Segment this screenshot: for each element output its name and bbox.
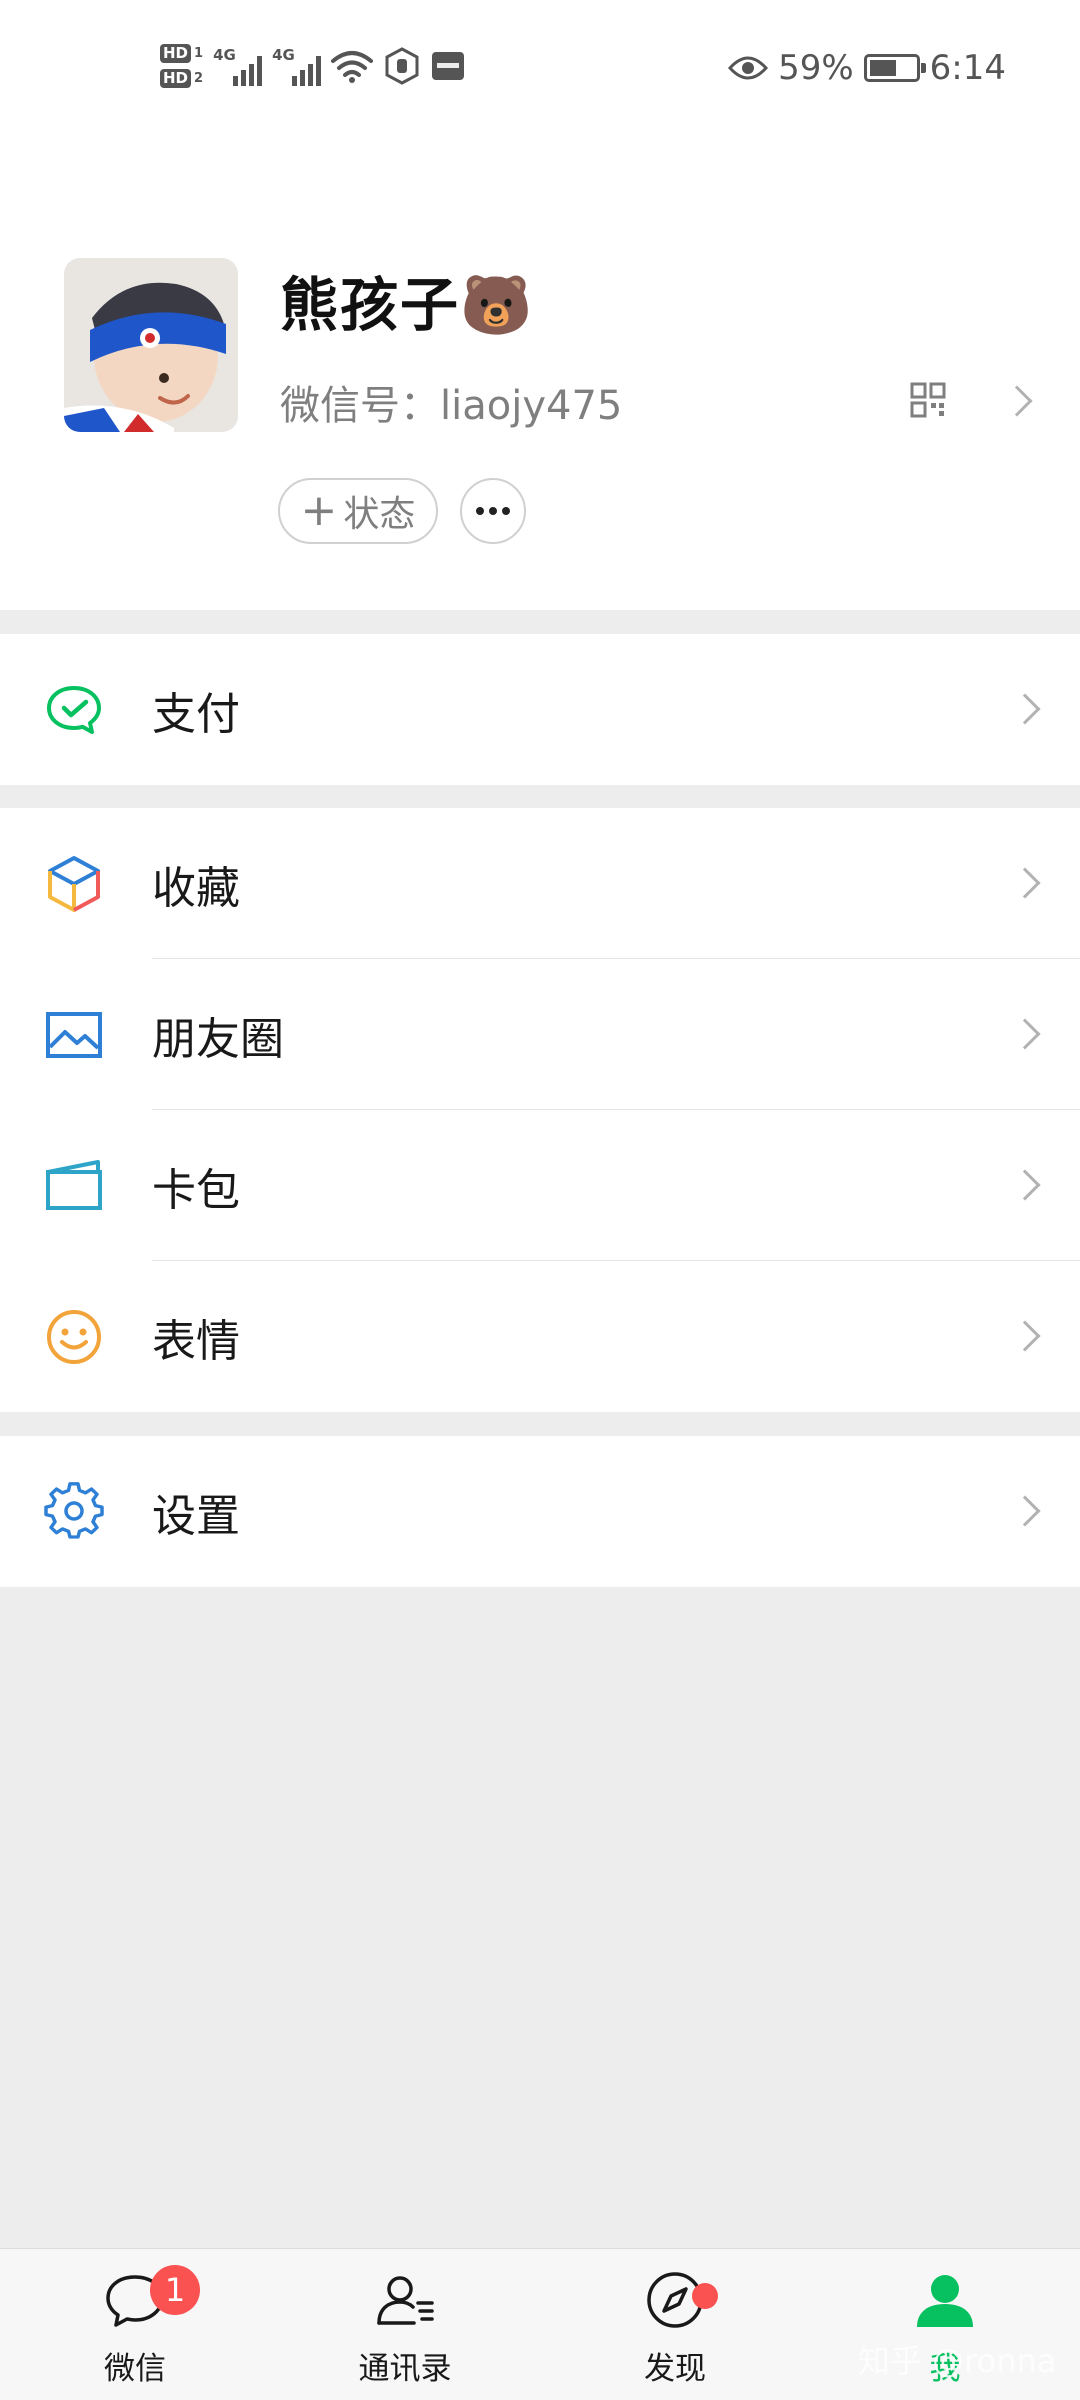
hd1-indicator: HD 1: [160, 44, 203, 63]
signal-sim2-icon: 4G: [272, 46, 322, 86]
pay-icon: [47, 686, 101, 734]
smiley-face-icon: [47, 1310, 101, 1364]
hms-icon: [432, 52, 465, 80]
tab-label-contacts: 通讯录: [358, 2351, 452, 2387]
menu-group-pay: 支付: [0, 634, 1080, 785]
menu-group-settings: 设置: [0, 1436, 1080, 1587]
chevron-right-icon: [1009, 1495, 1041, 1527]
more-dot-icon: [489, 507, 497, 515]
menu-item-stickers[interactable]: 表情: [0, 1261, 1080, 1412]
nickname-text: 熊孩子: [280, 271, 461, 339]
contacts-person-icon: [377, 2276, 434, 2325]
tab-contacts[interactable]: 通讯录: [270, 2249, 540, 2400]
menu-item-moments[interactable]: 朋友圈: [0, 959, 1080, 1110]
battery-level-fill: [869, 60, 896, 76]
gear-icon: [44, 1482, 104, 1539]
sim2-network-type: 4G: [272, 46, 295, 64]
zhihu-watermark: 知乎 @ronna: [858, 2342, 1057, 2380]
profile-header[interactable]: 熊孩子🐻 微信号：liaojy475 + 状态: [0, 140, 1080, 610]
chevron-right-icon: [1009, 1320, 1041, 1352]
battery-percent: 59%: [778, 48, 854, 88]
chevron-right-icon: [1009, 1018, 1041, 1050]
status-bar-right: 59% 6:14: [728, 40, 1006, 96]
status-bar-left: HD 1 HD 2 4G 4G: [160, 36, 465, 96]
plus-icon: +: [300, 485, 338, 536]
battery-icon: [863, 54, 926, 82]
menu-label-cards: 卡包: [152, 1164, 240, 1216]
avatar[interactable]: [64, 258, 238, 432]
wechat-id: 微信号：liaojy475: [280, 373, 622, 431]
menu-item-favorites[interactable]: 收藏: [0, 808, 1080, 959]
hd1-number: 1: [194, 46, 204, 61]
menu-label-moments: 朋友圈: [152, 1013, 284, 1065]
wechat-id-value: liaojy475: [440, 383, 623, 429]
chevron-right-icon: [1009, 693, 1041, 725]
menu-group-main: 收藏 朋友圈 卡包 表情: [0, 808, 1080, 1412]
menu-label-favorites: 收藏: [152, 862, 240, 914]
hd2-label: HD: [160, 69, 192, 88]
menu-label-stickers: 表情: [152, 1315, 240, 1367]
more-dot-icon: [502, 507, 510, 515]
add-status-button[interactable]: + 状态: [278, 478, 438, 544]
eye-comfort-icon: [728, 56, 769, 80]
favorites-cube-icon: [48, 856, 100, 912]
chats-badge: 1: [150, 2265, 200, 2315]
menu-item-cards[interactable]: 卡包: [0, 1110, 1080, 1261]
status-button-label: 状态: [343, 494, 416, 535]
card-wallet-icon: [46, 1160, 102, 1210]
menu-label-settings: 设置: [152, 1490, 240, 1542]
profile-chevron-right-icon[interactable]: [1001, 385, 1033, 417]
profile-nickname: 熊孩子🐻: [280, 258, 534, 342]
signal-sim1-icon: 4G: [213, 46, 263, 86]
hd2-indicator: HD 2: [160, 69, 203, 88]
menu-item-pay[interactable]: 支付: [0, 634, 1080, 785]
more-dot-icon: [476, 507, 484, 515]
hd2-number: 2: [194, 71, 204, 86]
qr-code-icon[interactable]: [910, 382, 946, 418]
chevron-right-icon: [1009, 1169, 1041, 1201]
tab-label-discover: 发现: [644, 2351, 706, 2387]
chevron-right-icon: [1009, 867, 1041, 899]
menu-label-pay: 支付: [152, 688, 240, 740]
hd-indicators: HD 1 HD 2: [160, 44, 203, 88]
discover-badge-dot: [692, 2283, 718, 2309]
clock-time: 6:14: [929, 48, 1006, 88]
hd1-label: HD: [160, 44, 192, 63]
me-person-icon: [917, 2275, 973, 2327]
more-status-button[interactable]: [460, 478, 526, 544]
avatar-image: [64, 258, 238, 432]
wifi-icon: [331, 51, 374, 83]
tab-discover[interactable]: 发现: [540, 2249, 810, 2400]
menu-item-settings[interactable]: 设置: [0, 1436, 1080, 1587]
moments-image-icon: [46, 1012, 102, 1058]
bear-emoji-icon: 🐻: [460, 271, 535, 339]
tab-chats[interactable]: 1 微信: [0, 2249, 270, 2400]
wechat-id-label: 微信号：: [280, 383, 440, 429]
sim1-network-type: 4G: [213, 46, 236, 64]
tab-label-chats: 微信: [104, 2351, 166, 2387]
hand-shield-icon: [385, 47, 419, 85]
status-bar: HD 1 HD 2 4G 4G 59% 6:14: [0, 0, 1080, 140]
